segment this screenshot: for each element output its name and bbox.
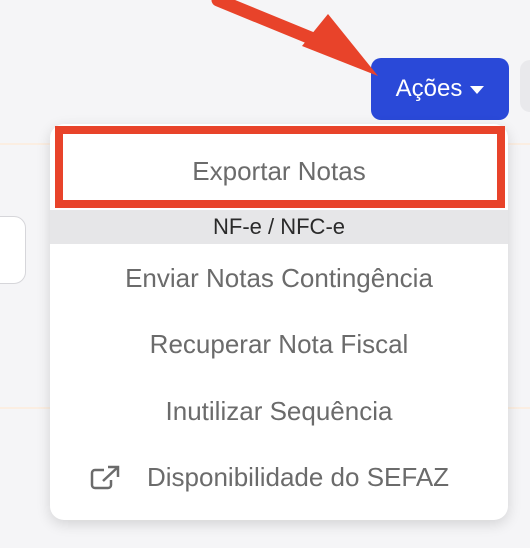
- menu-item-label: Disponibilidade do SEFAZ: [147, 461, 450, 492]
- menu-item-label: Recuperar Nota Fiscal: [149, 328, 409, 359]
- section-header-label: NF-e / NFC-e: [213, 214, 345, 239]
- arrow-icon: [211, 0, 378, 76]
- menu-item-label: Inutilizar Sequência: [165, 395, 393, 426]
- background-input-field[interactable]: [0, 216, 26, 284]
- menu-item-recover-invoice[interactable]: Recuperar Nota Fiscal: [50, 324, 508, 364]
- menu-item-sefaz-availability[interactable]: Disponibilidade do SEFAZ: [50, 457, 508, 497]
- menu-item-label: Enviar Notas Contingência: [125, 262, 433, 293]
- external-link-icon: [90, 465, 120, 490]
- menu-section-header: NF-e / NFC-e: [50, 210, 508, 244]
- menu-item-send-contingency[interactable]: Enviar Notas Contingência: [50, 258, 508, 298]
- page: Ações Exportar Notas NF-e / NFC-e Enviar…: [0, 0, 530, 548]
- menu-item-disable-sequence[interactable]: Inutilizar Sequência: [50, 391, 508, 431]
